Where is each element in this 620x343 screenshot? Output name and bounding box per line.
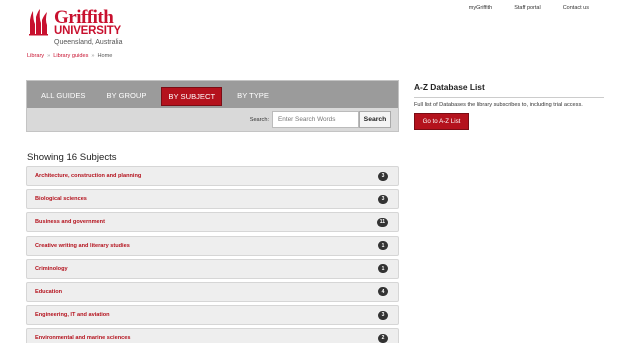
subject-row[interactable]: Architecture, construction and planning … xyxy=(26,166,399,186)
subject-link[interactable]: Creative writing and literary studies xyxy=(35,243,130,249)
subject-link[interactable]: Education xyxy=(35,289,62,295)
subject-row[interactable]: Biological sciences 3 xyxy=(26,189,399,210)
divider xyxy=(414,97,604,98)
breadcrumb-library[interactable]: Library xyxy=(27,53,44,59)
tab-all-guides[interactable]: ALL GUIDES xyxy=(35,87,91,106)
subject-row[interactable]: Criminology 1 xyxy=(26,258,399,279)
subject-count-badge: 3 xyxy=(378,171,388,181)
az-description: Full list of Databases the library subsc… xyxy=(414,102,583,108)
go-to-az-list-button[interactable]: Go to A-Z List xyxy=(414,113,469,130)
subject-count-badge: 11 xyxy=(376,217,388,227)
browse-tabs: ALL GUIDES BY GROUP BY SUBJECT BY TYPE xyxy=(35,87,284,106)
tab-by-type[interactable]: BY TYPE xyxy=(231,87,275,106)
topnav-contact-us-link[interactable]: Contact us xyxy=(563,5,589,11)
breadcrumb-current: Home xyxy=(97,53,113,59)
logo-university: UNIVERSITY xyxy=(54,25,122,37)
subject-row[interactable]: Creative writing and literary studies 1 xyxy=(26,235,399,256)
subject-count-badge: 3 xyxy=(378,194,388,204)
tab-by-subject[interactable]: BY SUBJECT xyxy=(161,87,223,106)
subjects-list: Architecture, construction and planning … xyxy=(26,166,399,343)
subject-row[interactable]: Engineering, IT and aviation 3 xyxy=(26,305,399,326)
subject-link[interactable]: Criminology xyxy=(35,266,68,272)
subject-count-badge: 3 xyxy=(378,310,388,320)
subjects-heading: Showing 16 Subjects xyxy=(27,152,117,163)
search-label: Search: xyxy=(249,116,269,123)
subject-link[interactable]: Architecture, construction and planning xyxy=(35,173,141,179)
tab-by-group[interactable]: BY GROUP xyxy=(100,87,152,106)
subject-count-badge: 4 xyxy=(378,287,388,297)
griffith-flame-icon xyxy=(29,9,48,36)
subject-count-badge: 1 xyxy=(378,241,388,251)
az-title: A-Z Database List xyxy=(414,82,485,92)
guide-browse-panel: ALL GUIDES BY GROUP BY SUBJECT BY TYPE S… xyxy=(26,80,399,132)
topnav-mygriffith-link[interactable]: myGriffith xyxy=(469,5,492,11)
breadcrumb-separator: » xyxy=(91,53,95,59)
breadcrumb: Library» Library guides» Home xyxy=(27,53,112,59)
subject-link[interactable]: Engineering, IT and aviation xyxy=(35,312,110,318)
topnav-staff-portal-link[interactable]: Staff portal xyxy=(514,5,541,11)
az-database-box: A-Z Database List Full list of Databases… xyxy=(414,82,604,130)
subject-count-badge: 2 xyxy=(378,333,388,343)
subject-link[interactable]: Business and government xyxy=(35,219,105,225)
breadcrumb-library-guides[interactable]: Library guides xyxy=(53,53,88,59)
top-navigation: myGriffith Staff portal Contact us xyxy=(447,5,589,11)
subject-count-badge: 1 xyxy=(378,264,388,274)
search-button[interactable]: Search xyxy=(359,111,391,128)
logo-location: Queensland, Australia xyxy=(54,38,123,46)
subject-link[interactable]: Environmental and marine sciences xyxy=(35,335,130,341)
subject-row[interactable]: Business and government 11 xyxy=(26,212,399,233)
search-row: Search: Enter Search Words Search xyxy=(250,111,391,128)
subject-link[interactable]: Biological sciences xyxy=(35,196,87,202)
breadcrumb-separator: » xyxy=(47,53,51,59)
griffith-logo[interactable]: Griffith UNIVERSITY Queensland, Australi… xyxy=(27,8,123,46)
subject-row[interactable]: Education 4 xyxy=(26,281,399,302)
search-input[interactable]: Enter Search Words xyxy=(272,111,359,128)
subject-row[interactable]: Environmental and marine sciences 2 xyxy=(26,328,399,343)
